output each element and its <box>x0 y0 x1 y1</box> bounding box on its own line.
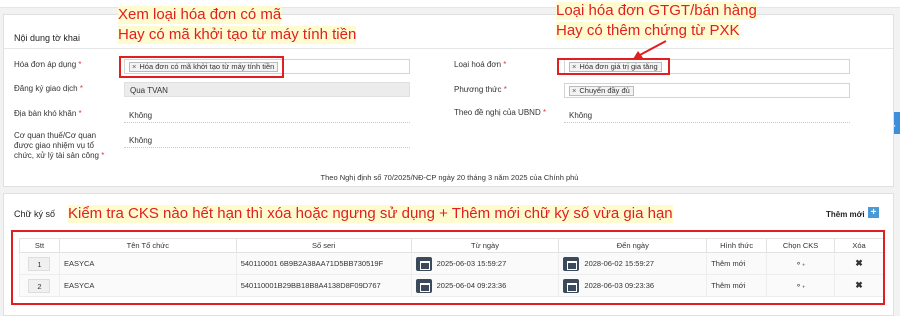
divider <box>4 48 893 49</box>
register-transaction-field: Qua TVAN <box>124 82 410 97</box>
arrow-icon <box>633 40 667 59</box>
method-select[interactable]: × Chuyển đầy đủ <box>564 83 850 98</box>
method-tag[interactable]: × Chuyển đầy đủ <box>569 86 634 96</box>
highlight-box-invoice-apply <box>119 56 284 78</box>
annotation-right-line1: Loại hóa đơn GTGT/bán hàng <box>556 2 757 20</box>
ubnd-label: Theo đề nghị của UBND * <box>454 108 547 117</box>
tax-authority-label: Cơ quan thuế/Cơ quan được giao nhiệm vụ … <box>14 131 105 160</box>
field-underline <box>124 122 410 123</box>
field-underline <box>564 122 850 123</box>
field-underline <box>124 147 410 148</box>
highlight-box-signature-table <box>11 230 885 305</box>
annotation-left-line2: Hay có mã khởi tạo từ máy tính tiền <box>118 26 357 44</box>
add-new-label[interactable]: Thêm mới <box>826 210 865 219</box>
remove-tag-icon: × <box>572 86 577 95</box>
register-transaction-label: Đăng ký giao dịch * <box>14 84 83 93</box>
panel-title: Nội dung tờ khai <box>14 33 80 43</box>
difficult-area-label: Địa bàn khó khăn * <box>14 109 82 118</box>
invoice-type-label: Loại hoá đơn * <box>454 60 507 69</box>
invoice-apply-label: Hóa đơn áp dụng * <box>14 60 82 69</box>
ubnd-value[interactable]: Không <box>569 111 592 120</box>
annotation-bottom: Kiểm tra CKS nào hết hạn thì xóa hoặc ng… <box>68 205 673 223</box>
annotation-left-line1: Xem loại hóa đơn có mã <box>118 6 282 24</box>
panel-title: Chữ ký số <box>14 209 56 219</box>
tax-authority-value[interactable]: Không <box>129 136 152 145</box>
decree-note: Theo Nghị định số 70/2025/NĐ-CP ngày 20 … <box>320 173 579 182</box>
add-new-button[interactable]: + <box>868 207 879 218</box>
difficult-area-value[interactable]: Không <box>129 111 152 120</box>
method-label: Phương thức * <box>454 85 507 94</box>
